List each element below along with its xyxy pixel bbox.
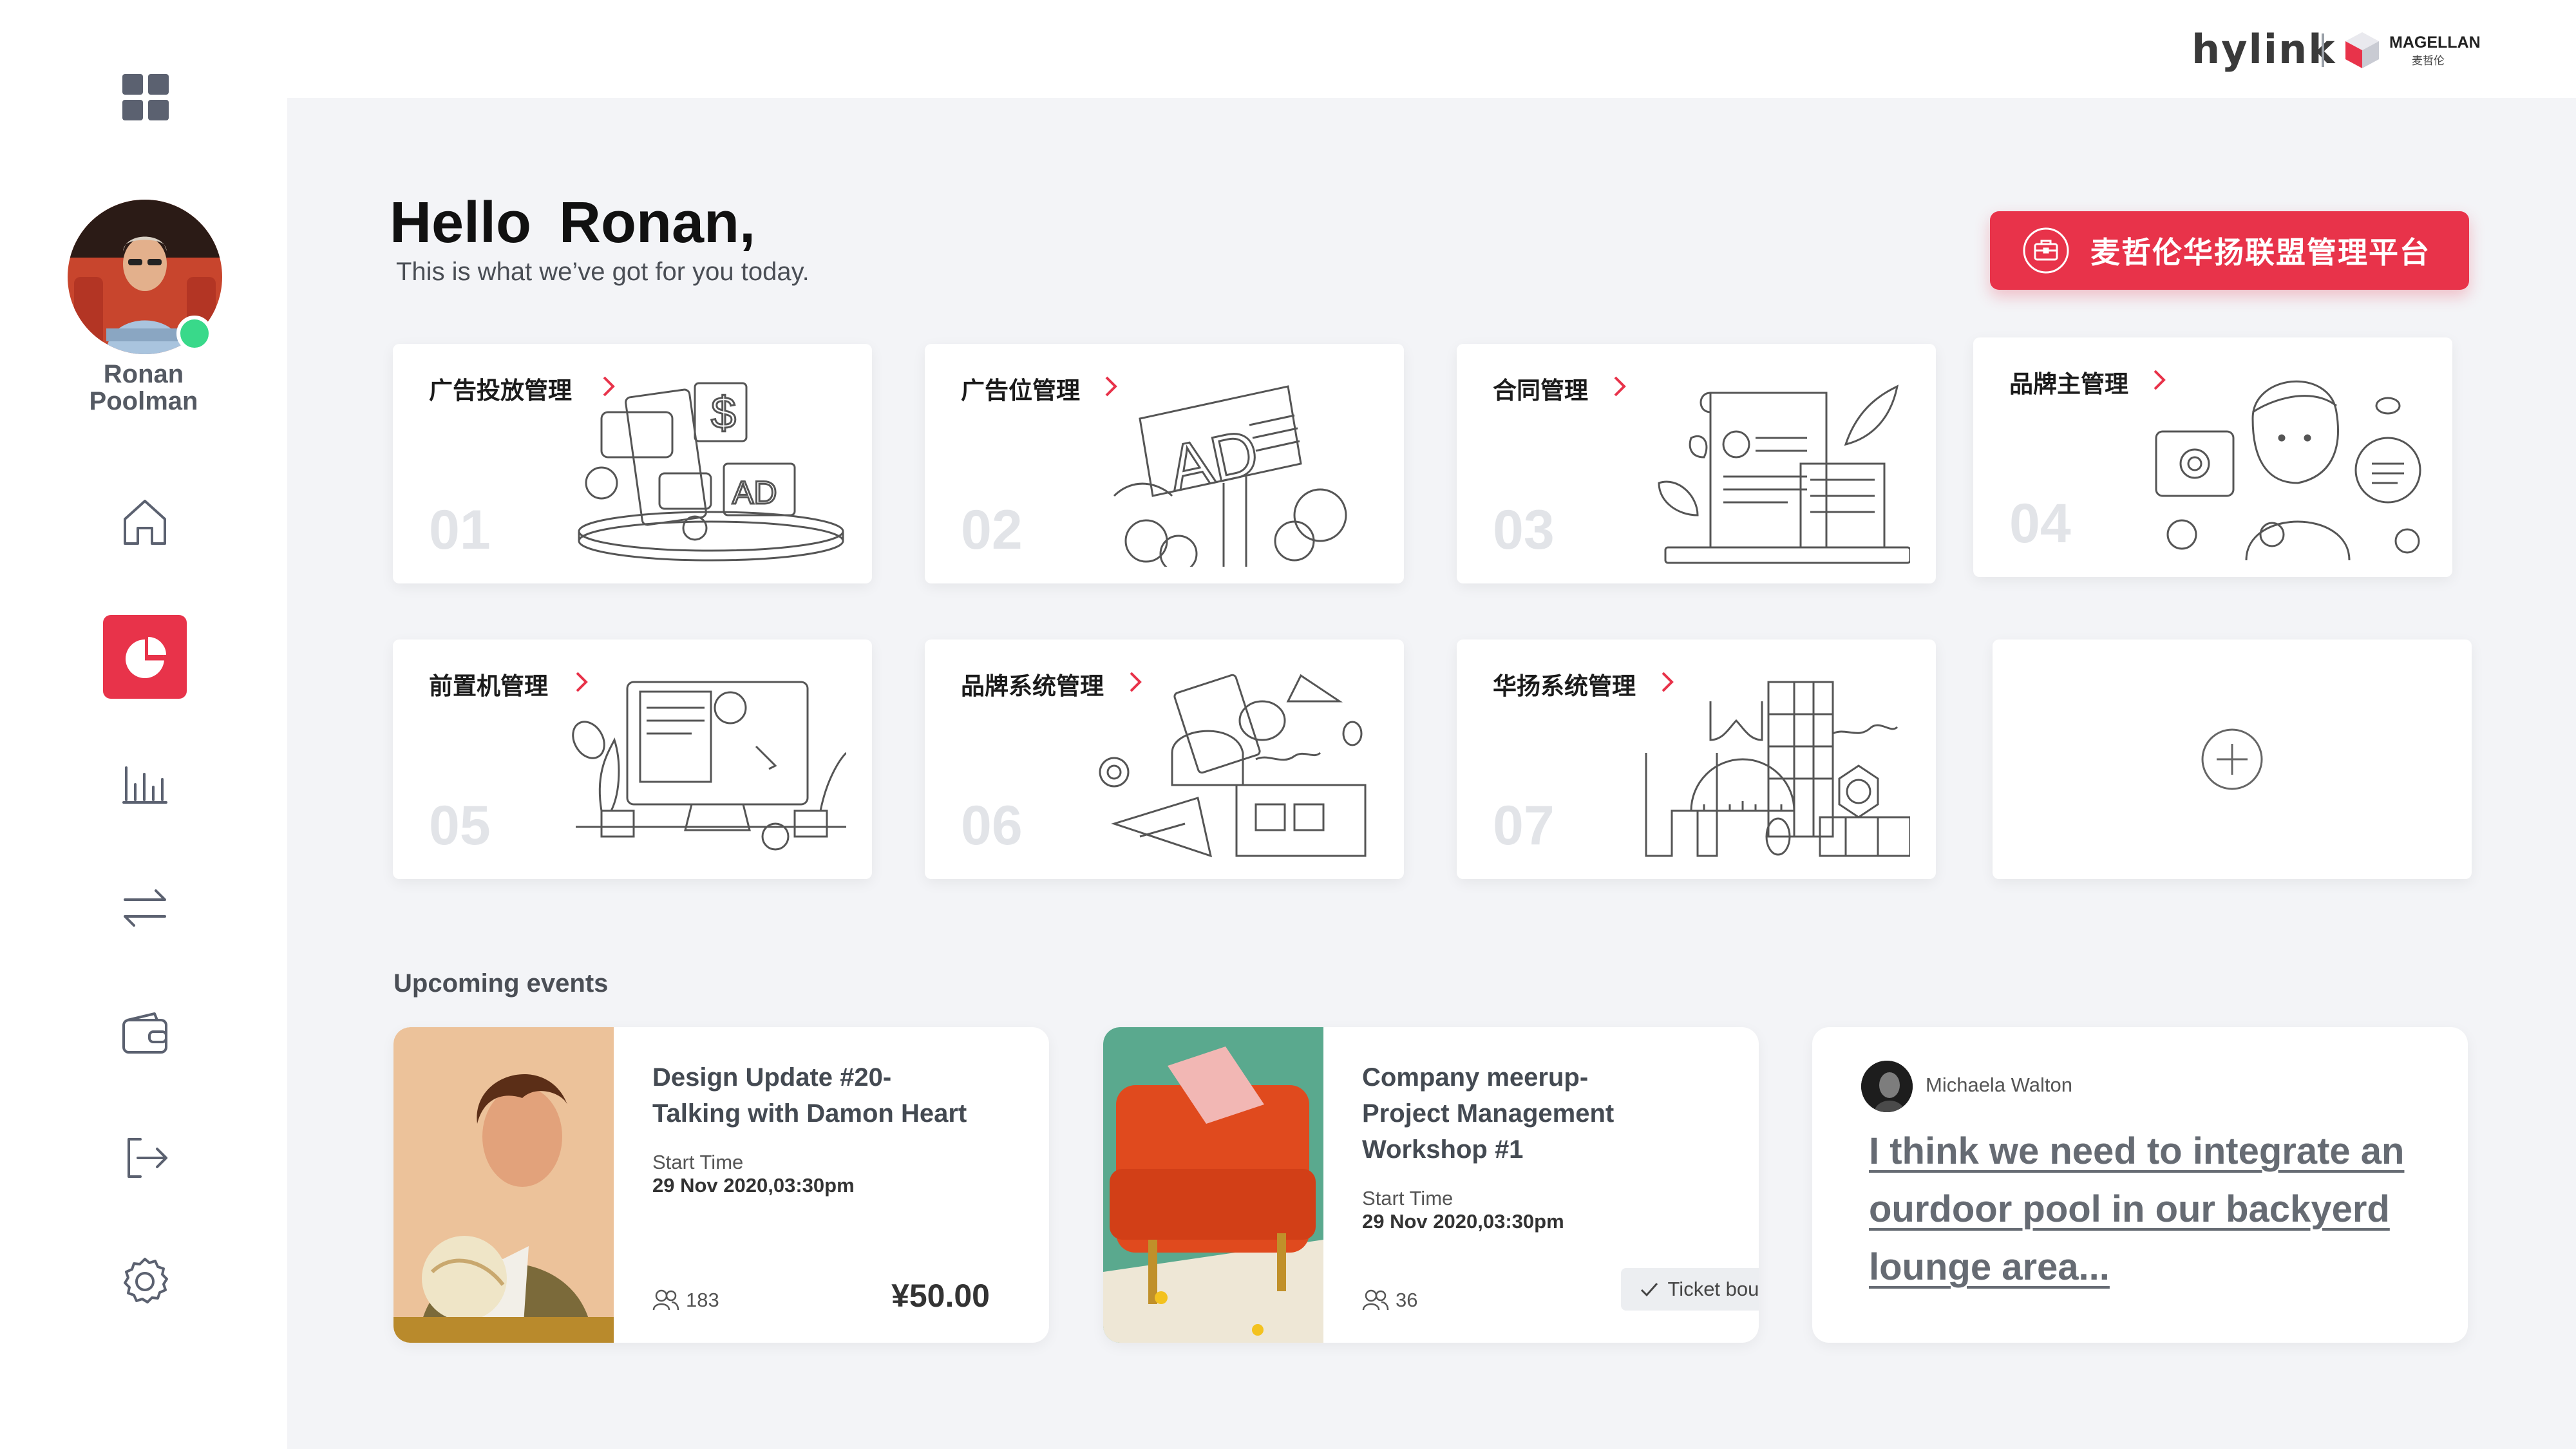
wallet-icon [122,1012,167,1054]
start-time-label: Start Time [652,1151,744,1173]
module-card-brand-owners[interactable]: 品牌主管理 04 [1973,337,2452,577]
event-title: Design Update #20- Talking with Damon He… [652,1059,1013,1132]
hylink-logo: hylink [2192,26,2336,73]
briefcase-icon [2023,227,2069,274]
start-time-value: 29 Nov 2020,03:30pm [1362,1210,1564,1233]
module-card-ad-slots[interactable]: 广告位管理 02 AD [925,344,1404,583]
event-title-line: Design Update #20- [652,1063,892,1092]
module-title: 合同管理 [1493,377,1588,404]
billboard-illustration: AD [1113,385,1347,567]
design-tools-illustration [1099,674,1367,858]
module-number: 06 [961,795,1023,857]
module-title: 广告投放管理 [429,377,572,404]
module-title: 品牌系统管理 [961,673,1104,699]
event-title-line: Project Management [1362,1099,1615,1128]
attendee-count-value: 36 [1396,1289,1418,1311]
module-card-front-end-machines[interactable]: 前置机管理 05 [393,639,872,879]
people-icon [652,1289,679,1311]
magellan-logo-text: MAGELLAN [2389,33,2481,52]
attendee-count-value: 183 [686,1289,719,1311]
module-number: 03 [1493,499,1555,561]
module-card-hylink-system[interactable]: 华扬系统管理 07 [1457,639,1936,879]
building-blocks-illustration [1645,681,1910,857]
brand-owner-illustration [2155,380,2421,560]
module-title: 广告位管理 [961,377,1080,404]
event-image [1103,1027,1323,1343]
magellan-cube-logo [2345,32,2379,68]
nav-analytics[interactable] [103,615,187,699]
comment-author-name: Michaela Walton [1926,1074,2073,1096]
comment-text[interactable]: I think we need to integrate an ourdoor … [1869,1122,2436,1296]
pie-chart-icon [126,637,166,678]
events-section-title: Upcoming events [393,969,609,998]
event-title-line: Workshop #1 [1362,1135,1524,1164]
start-time-label: Start Time [1362,1187,1454,1209]
app-grid-icon[interactable] [122,74,169,120]
platform-button[interactable]: 麦哲伦华扬联盟管理平台 [1990,211,2469,290]
module-card-brand-system[interactable]: 品牌系统管理 06 [925,639,1404,879]
ticket-bought-badge[interactable]: Ticket bought [1621,1268,1759,1311]
transfer-icon [124,889,166,927]
platform-button-label: 麦哲伦华扬联盟管理平台 [2090,236,2430,269]
event-title: Company meerup- Project Management Works… [1362,1059,1723,1168]
comment-author-avatar [1861,1061,1913,1112]
module-title: 品牌主管理 [2009,371,2128,397]
greeting-title: Hello Ronan, [390,191,756,255]
event-card[interactable]: Design Update #20- Talking with Damon He… [393,1027,1049,1343]
event-price: ¥50.00 [891,1278,990,1314]
event-title-line: Company meerup- [1362,1063,1589,1092]
svg-text:AD: AD [732,475,777,511]
module-card-contracts[interactable]: 合同管理 03 [1457,344,1936,583]
svg-text:$: $ [711,388,736,438]
home-icon [124,500,166,545]
module-title: 前置机管理 [429,673,548,699]
logout-icon [128,1138,167,1178]
add-module-card[interactable] [1993,639,2472,879]
nav-logout[interactable] [103,1116,187,1200]
nav-reports[interactable] [103,741,187,824]
module-number: 07 [1493,795,1555,857]
user-last-name: Poolman [89,387,198,415]
event-image [393,1027,614,1343]
user-first-name: Ronan [103,360,184,388]
start-time-value: 29 Nov 2020,03:30pm [652,1174,855,1197]
nav-wallet[interactable] [103,992,187,1075]
bar-chart-icon [122,766,167,804]
comment-card[interactable]: Michaela Walton I think we need to integ… [1812,1027,2468,1343]
attendee-count: 183 [652,1288,719,1312]
checkmark-icon [1640,1283,1658,1297]
contract-illustration [1658,384,1910,564]
computer-illustration [572,681,846,851]
module-number: 05 [429,795,491,857]
event-title-line: Talking with Damon Heart [652,1099,967,1128]
nav-transfer[interactable] [103,866,187,950]
nav-settings[interactable] [103,1240,187,1323]
settings-icon [124,1258,168,1303]
ticket-label: Ticket bought [1667,1278,1759,1300]
people-icon [1362,1289,1389,1311]
magellan-logo-subtext: 麦哲伦 [2412,55,2445,67]
event-card[interactable]: Company meerup- Project Management Works… [1103,1027,1759,1343]
greeting-subtitle: This is what we’ve got for you today. [396,258,810,286]
add-icon [2201,728,2263,790]
module-number: 04 [2009,493,2071,554]
module-card-ad-delivery[interactable]: 广告投放管理 01 $ AD [393,344,872,583]
brand-divider [2322,33,2324,67]
module-title: 华扬系统管理 [1493,673,1636,699]
ad-campaign-illustration: $ AD [578,382,844,562]
nav-home[interactable] [103,480,187,564]
sidebar: Ronan Poolman [0,0,287,1449]
attendee-count: 36 [1362,1288,1417,1312]
online-status-dot [176,316,213,352]
svg-text:AD: AD [1162,416,1265,505]
user-name: Ronan Poolman [0,361,287,415]
module-number: 01 [429,499,491,561]
module-number: 02 [961,499,1023,561]
